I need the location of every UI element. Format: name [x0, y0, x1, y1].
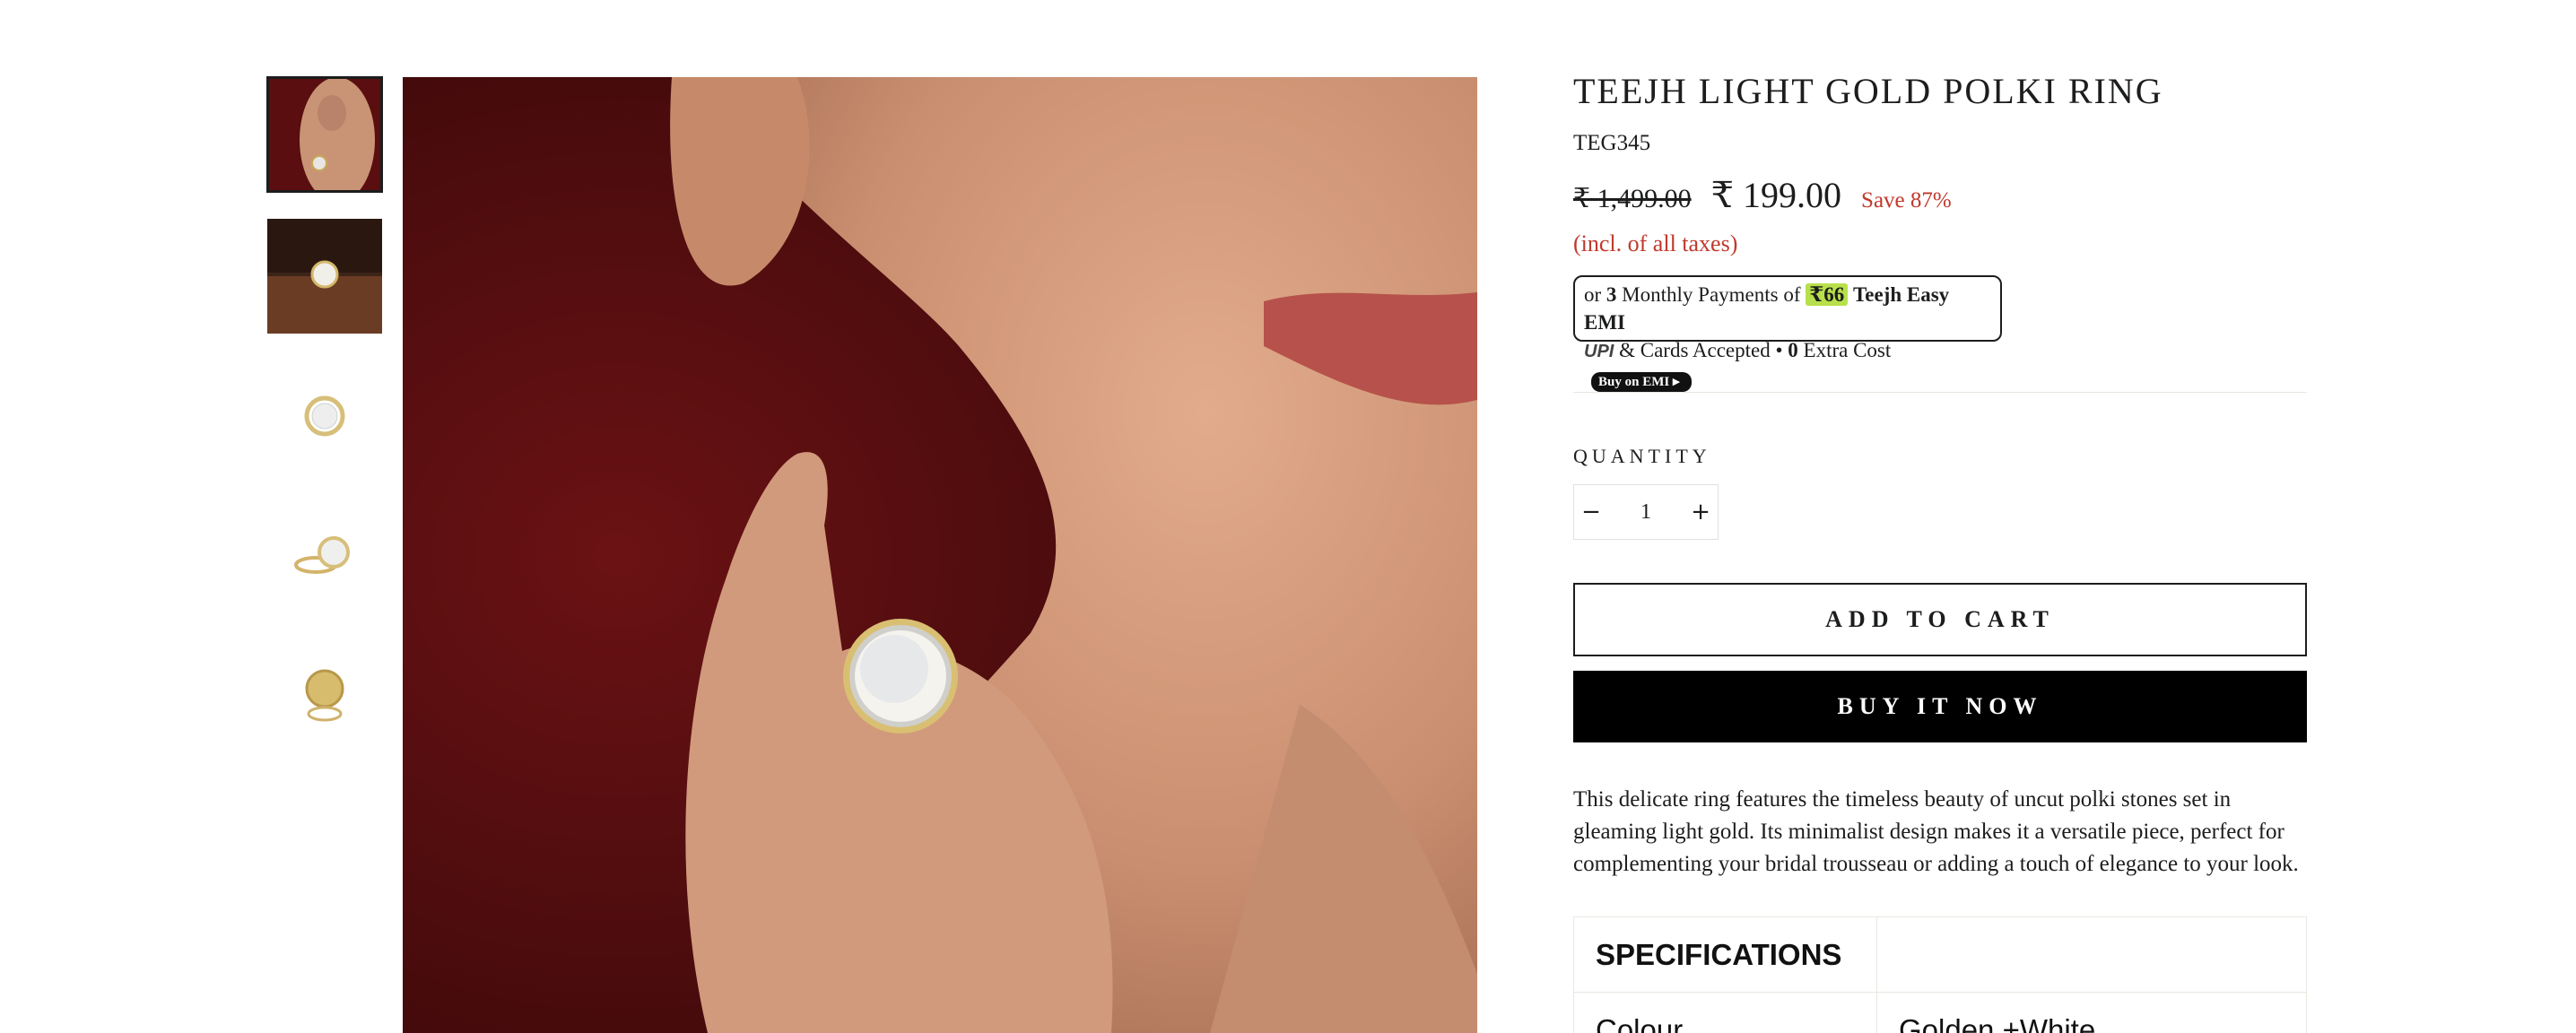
thumbnail-image-2: [267, 219, 382, 334]
specifications-table: SPECIFICATIONS Colour Golden +White: [1573, 916, 2307, 1033]
emi-extra: Extra Cost: [1803, 339, 1892, 361]
buy-on-emi-label: Buy on EMI: [1598, 374, 1670, 389]
buy-it-now-button[interactable]: BUY IT NOW: [1573, 671, 2307, 742]
specs-header-row: SPECIFICATIONS: [1573, 916, 2307, 993]
upi-logo: UPI: [1584, 342, 1614, 361]
minus-icon[interactable]: −: [1574, 485, 1608, 539]
thumbnail-ring-back[interactable]: [267, 638, 382, 753]
save-badge: Save 87%: [1861, 188, 1952, 213]
quantity-stepper: − 1 +: [1573, 484, 1719, 540]
sale-price: ₹ 199.00: [1710, 175, 1842, 215]
emi-widget[interactable]: or 3 Monthly Payments of ₹66 Teejh Easy …: [1573, 275, 2002, 392]
price-row: ₹ 1,499.00 ₹ 199.00 Save 87%: [1573, 174, 2307, 216]
compare-at-price: ₹ 1,499.00: [1573, 184, 1692, 213]
emi-mid: Monthly Payments of: [1622, 283, 1801, 306]
thumbnail-image-5: [305, 669, 344, 722]
table-row: Colour Golden +White: [1573, 992, 2307, 1033]
quantity-value[interactable]: 1: [1640, 500, 1651, 525]
product-info: TEEJH LIGHT GOLD POLKI RING TEG345 ₹ 1,4…: [1573, 70, 2307, 1033]
emi-prefix: or: [1584, 283, 1602, 306]
product-description: This delicate ring features the timeless…: [1573, 787, 2299, 876]
plus-icon[interactable]: +: [1684, 485, 1718, 539]
add-to-cart-button[interactable]: ADD TO CART: [1573, 583, 2307, 656]
emi-count: 3: [1606, 283, 1617, 306]
specs-heading-empty: [1876, 916, 2307, 993]
specs-heading: SPECIFICATIONS: [1573, 916, 1877, 993]
emi-line-1: or 3 Monthly Payments of ₹66 Teejh Easy …: [1584, 281, 1991, 336]
spec-value: Golden +White: [1876, 992, 2307, 1033]
thumbnail-ring-side[interactable]: [267, 499, 382, 613]
thumbnail-image-1: [267, 77, 382, 192]
thumbnail-ring-front[interactable]: [267, 359, 382, 473]
emi-cards: & Cards Accepted •: [1619, 339, 1783, 361]
emi-amount: ₹66: [1806, 283, 1849, 306]
chevron-right-icon: ▸: [1672, 374, 1680, 389]
emi-line-2: UPI & Cards Accepted • 0 Extra Cost Buy …: [1584, 336, 1991, 394]
quantity-label: QUANTITY: [1573, 445, 1711, 467]
emi-zero: 0: [1788, 339, 1798, 361]
product-sku: TEG345: [1573, 131, 1651, 155]
thumbnail-image-3: [304, 395, 345, 437]
taxes-note: (incl. of all taxes): [1573, 230, 1738, 256]
model-wearing-ring-image: [403, 77, 1477, 1033]
main-product-image[interactable]: [403, 77, 1477, 1033]
product-title: TEEJH LIGHT GOLD POLKI RING: [1573, 71, 2163, 111]
thumbnail-model-wearing-ring[interactable]: [266, 76, 383, 193]
spec-key: Colour: [1573, 992, 1877, 1033]
thumbnail-ring-on-box[interactable]: [267, 219, 382, 334]
buy-on-emi-button[interactable]: Buy on EMI ▸: [1591, 371, 1693, 392]
thumbnail-image-4: [294, 536, 350, 574]
